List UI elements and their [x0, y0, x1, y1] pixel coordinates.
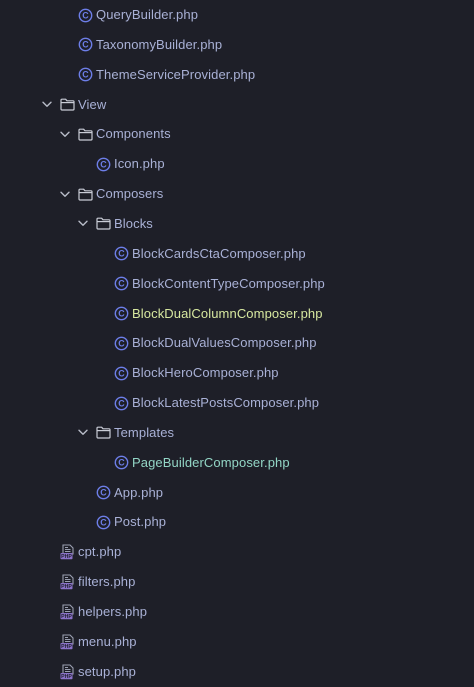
php-icon: PHP: [59, 664, 75, 680]
chevron-down-icon[interactable]: [78, 428, 88, 438]
class-icon: C: [113, 276, 129, 292]
tree-file-row[interactable]: C BlockCardsCtaComposer.php: [0, 239, 474, 269]
class-icon: C: [113, 365, 129, 381]
tree-folder-row[interactable]: Components: [0, 119, 474, 149]
tree-file-row[interactable]: C ThemeServiceProvider.php: [0, 60, 474, 90]
chevron-down-icon[interactable]: [60, 189, 70, 199]
class-icon: C: [113, 335, 129, 351]
folder-icon: [77, 126, 93, 142]
tree-folder-row[interactable]: Templates: [0, 418, 474, 448]
svg-text:PHP: PHP: [61, 584, 72, 590]
svg-text:PHP: PHP: [61, 614, 72, 620]
tree-item-label: View: [78, 96, 107, 112]
tree-file-row[interactable]: PHP filters.php: [0, 567, 474, 597]
tree-file-row[interactable]: C BlockDualColumnComposer.php: [0, 299, 474, 329]
tree-file-row[interactable]: PHP cpt.php: [0, 537, 474, 567]
php-icon: PHP: [59, 544, 75, 560]
tree-file-row[interactable]: C Post.php: [0, 507, 474, 537]
tree-file-row[interactable]: C QueryBuilder.php: [0, 0, 474, 30]
tree-file-row[interactable]: C BlockDualValuesComposer.php: [0, 328, 474, 358]
svg-text:C: C: [82, 40, 89, 50]
chevron-down-icon[interactable]: [60, 129, 70, 139]
php-icon: PHP: [59, 574, 75, 590]
tree-item-label: setup.php: [78, 663, 137, 679]
tree-item-label: BlockHeroComposer.php: [132, 365, 279, 381]
svg-text:C: C: [118, 368, 125, 378]
svg-text:PHP: PHP: [61, 644, 72, 650]
class-icon: C: [77, 7, 93, 23]
tree-file-row[interactable]: PHP setup.php: [0, 657, 474, 687]
tree-folder-row[interactable]: Blocks: [0, 209, 474, 239]
tree-item-label: App.php: [114, 484, 164, 500]
folder-icon: [95, 216, 111, 232]
class-icon: C: [95, 485, 111, 501]
svg-text:C: C: [82, 10, 89, 20]
tree-file-row[interactable]: C BlockHeroComposer.php: [0, 358, 474, 388]
folder-icon: [59, 97, 75, 113]
php-icon: PHP: [59, 604, 75, 620]
tree-item-label: menu.php: [78, 633, 137, 649]
svg-text:C: C: [100, 159, 107, 169]
tree-item-label: Blocks: [114, 215, 153, 231]
tree-folder-row[interactable]: View: [0, 90, 474, 120]
tree-item-label: Post.php: [114, 514, 167, 530]
tree-item-label: BlockLatestPostsComposer.php: [132, 395, 320, 411]
tree-item-label: BlockDualColumnComposer.php: [132, 305, 323, 321]
svg-text:C: C: [100, 518, 107, 528]
tree-item-label: cpt.php: [78, 544, 122, 560]
chevron-down-icon[interactable]: [78, 219, 88, 229]
svg-text:PHP: PHP: [61, 674, 72, 680]
svg-text:C: C: [118, 279, 125, 289]
project-file-tree: C QueryBuilder.php C TaxonomyBuilder.php C Th…: [0, 0, 474, 687]
tree-item-label: BlockCardsCtaComposer.php: [132, 245, 306, 261]
svg-text:PHP: PHP: [61, 554, 72, 560]
tree-file-row[interactable]: C App.php: [0, 478, 474, 508]
tree-item-label: BlockDualValuesComposer.php: [132, 335, 317, 351]
svg-text:C: C: [118, 309, 125, 319]
tree-file-row[interactable]: C TaxonomyBuilder.php: [0, 30, 474, 60]
svg-text:C: C: [118, 249, 125, 259]
tree-file-row[interactable]: C BlockContentTypeComposer.php: [0, 269, 474, 299]
class-icon: C: [113, 306, 129, 322]
tree-file-row[interactable]: C BlockLatestPostsComposer.php: [0, 388, 474, 418]
tree-item-label: Composers: [96, 186, 164, 202]
tree-item-label: ThemeServiceProvider.php: [96, 66, 256, 82]
php-icon: PHP: [59, 634, 75, 650]
chevron-down-icon[interactable]: [42, 100, 52, 110]
tree-item-label: BlockContentTypeComposer.php: [132, 275, 325, 291]
tree-item-label: Icon.php: [114, 156, 165, 172]
class-icon: C: [77, 37, 93, 53]
svg-text:C: C: [118, 339, 125, 349]
tree-item-label: Components: [96, 126, 171, 142]
tree-file-row[interactable]: C Icon.php: [0, 149, 474, 179]
svg-text:C: C: [82, 70, 89, 80]
tree-item-label: QueryBuilder.php: [96, 7, 199, 22]
tree-item-label: helpers.php: [78, 604, 148, 619]
svg-text:C: C: [118, 398, 125, 408]
class-icon: C: [95, 514, 111, 530]
tree-item-label: Templates: [114, 424, 175, 440]
svg-text:C: C: [118, 458, 125, 468]
class-icon: C: [113, 246, 129, 262]
class-icon: C: [113, 395, 129, 411]
tree-file-row[interactable]: PHP menu.php: [0, 627, 474, 657]
class-icon: C: [95, 156, 111, 172]
tree-file-row[interactable]: PHP helpers.php: [0, 597, 474, 627]
tree-item-label: PageBuilderComposer.php: [132, 454, 290, 470]
tree-item-label: filters.php: [78, 574, 136, 590]
class-icon: C: [77, 67, 93, 83]
tree-item-label: TaxonomyBuilder.php: [96, 36, 223, 52]
folder-icon: [95, 425, 111, 441]
folder-icon: [77, 186, 93, 202]
tree-folder-row[interactable]: Composers: [0, 179, 474, 209]
svg-text:C: C: [100, 488, 107, 498]
tree-file-row[interactable]: C PageBuilderComposer.php: [0, 448, 474, 478]
class-icon: C: [113, 455, 129, 471]
